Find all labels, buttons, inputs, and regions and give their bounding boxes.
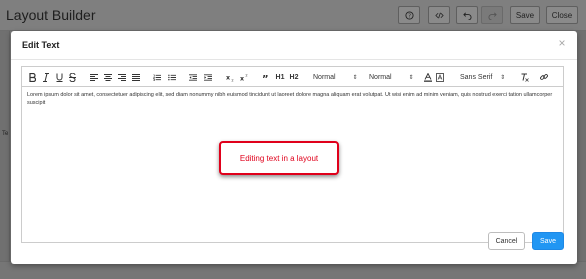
font-color-button[interactable] [424, 71, 432, 83]
background-color-button[interactable] [436, 71, 444, 83]
ordered-list-icon [153, 74, 161, 81]
link-button[interactable] [540, 71, 548, 83]
superscript-icon: x2 [240, 73, 248, 81]
background-color-icon [436, 72, 444, 82]
cancel-button[interactable]: Cancel [488, 232, 525, 250]
side-label: Te [2, 131, 9, 137]
indent-button[interactable] [204, 71, 212, 83]
italic-icon [43, 72, 49, 82]
svg-text:x: x [240, 75, 244, 81]
align-right-button[interactable] [118, 71, 126, 83]
header1-button[interactable]: H1 [275, 71, 285, 83]
svg-text:2: 2 [245, 73, 247, 77]
quote-icon: ” [262, 74, 269, 81]
chevron-updown-icon: ⇕ [352, 74, 358, 81]
header2-label: H2 [289, 73, 299, 81]
font-family-select[interactable]: Sans Serif ⇕ [460, 71, 512, 83]
align-left-button[interactable] [90, 71, 98, 83]
align-center-icon [104, 73, 112, 81]
modal-title: Edit Text [22, 40, 60, 50]
header1-label: H1 [275, 73, 285, 81]
bullet-list-button[interactable] [168, 71, 176, 83]
header-select-value: Normal [369, 73, 392, 81]
clear-format-button[interactable] [521, 71, 529, 83]
underline-button[interactable] [55, 71, 63, 83]
blockquote-button[interactable]: ” [262, 71, 270, 83]
font-color-icon [424, 72, 432, 82]
svg-text:?: ? [408, 13, 411, 19]
align-justify-icon [132, 73, 140, 81]
right-panel [576, 31, 586, 279]
superscript-button[interactable]: x2 [240, 71, 249, 83]
svg-text:”: ” [262, 74, 269, 81]
editor-toolbar: x2 x2 ” H1 H2 Normal ⇕ Normal ⇕ Sans Ser… [22, 67, 563, 87]
header-save-button[interactable]: Save [510, 6, 540, 24]
editor-text[interactable]: Lorem ipsum dolor sit amet, consectetuer… [27, 92, 557, 107]
code-button[interactable] [428, 6, 450, 24]
svg-text:2: 2 [231, 78, 233, 81]
app-header: Layout Builder ? Save Close [0, 0, 586, 31]
italic-button[interactable] [42, 71, 50, 83]
size-select[interactable]: Normal ⇕ [313, 71, 358, 83]
callout-text: Editing text in a layout [239, 153, 319, 163]
bold-button[interactable] [28, 71, 36, 83]
chevron-updown-icon: ⇕ [500, 74, 506, 81]
header2-button[interactable]: H2 [289, 71, 299, 83]
align-justify-button[interactable] [132, 71, 140, 83]
svg-text:x: x [226, 74, 230, 81]
undo-icon [462, 11, 471, 20]
redo-button[interactable] [481, 6, 503, 24]
header-select[interactable]: Normal ⇕ [369, 71, 414, 83]
help-icon: ? [404, 10, 414, 20]
underline-icon [56, 73, 62, 82]
link-icon [540, 74, 548, 80]
left-panel [0, 31, 10, 279]
code-icon [434, 12, 444, 18]
clear-format-icon [521, 73, 529, 82]
undo-button[interactable] [456, 6, 478, 24]
redo-icon [488, 11, 497, 20]
close-icon[interactable]: × [557, 37, 567, 49]
strike-button[interactable] [68, 71, 76, 83]
edit-text-modal: Edit Text × x 2 x 2 ” H1 H2 Normal ⇕ Nor… [11, 31, 577, 264]
subscript-button[interactable]: x2 [226, 71, 235, 83]
indent-icon [204, 73, 212, 81]
size-select-value: Normal [313, 73, 336, 81]
strike-icon [68, 72, 76, 82]
ordered-list-button[interactable] [153, 71, 161, 83]
align-right-icon [118, 73, 126, 81]
subscript-icon: x2 [226, 74, 234, 82]
header-close-button[interactable]: Close [546, 6, 578, 24]
chevron-updown-icon: ⇕ [408, 74, 414, 81]
bold-icon [28, 72, 36, 82]
save-button[interactable]: Save [532, 232, 564, 250]
font-family-select-value: Sans Serif [460, 73, 493, 81]
outdent-button[interactable] [189, 71, 197, 83]
align-center-button[interactable] [104, 71, 112, 83]
modal-divider [11, 59, 577, 60]
help-button[interactable]: ? [398, 6, 420, 24]
app-title: Layout Builder [6, 7, 96, 23]
outdent-icon [189, 73, 197, 81]
annotation-callout: Editing text in a layout [219, 141, 339, 175]
align-left-icon [90, 73, 98, 81]
bullet-list-icon [168, 74, 176, 80]
